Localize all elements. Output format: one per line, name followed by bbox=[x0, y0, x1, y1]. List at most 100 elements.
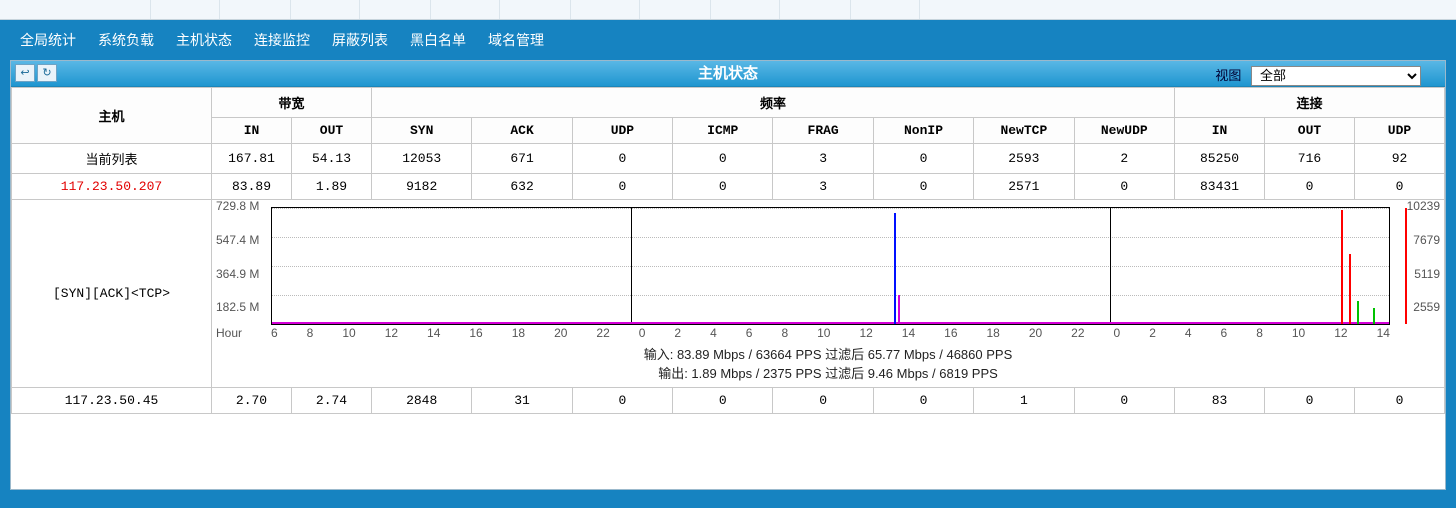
value-cell: 3 bbox=[773, 174, 873, 200]
th-cin: IN bbox=[1175, 118, 1265, 144]
x-tick: 14 bbox=[1377, 326, 1390, 340]
value-cell: 12053 bbox=[372, 144, 472, 174]
value-cell: 31 bbox=[472, 388, 572, 414]
io-in: 输入: 83.89 Mbps / 63664 PPS 过滤后 65.77 Mbp… bbox=[216, 344, 1440, 363]
io-summary: 输入: 83.89 Mbps / 63664 PPS 过滤后 65.77 Mbp… bbox=[216, 340, 1440, 382]
value-cell: 83431 bbox=[1175, 174, 1265, 200]
x-tick: 20 bbox=[554, 326, 567, 340]
chart-cell: 182.5 M2559364.9 M5119547.4 M7679729.8 M… bbox=[212, 200, 1445, 388]
x-tick: 2 bbox=[674, 326, 681, 340]
value-cell: 0 bbox=[773, 388, 873, 414]
th-cout: OUT bbox=[1265, 118, 1355, 144]
value-cell: 0 bbox=[572, 388, 672, 414]
y-right-tick: 10239 bbox=[1407, 199, 1440, 213]
y-right-tick: 2559 bbox=[1413, 300, 1440, 314]
th-icmp: ICMP bbox=[673, 118, 773, 144]
x-tick: 6 bbox=[271, 326, 278, 340]
value-cell: 0 bbox=[873, 388, 973, 414]
x-tick: 14 bbox=[427, 326, 440, 340]
x-tick: 4 bbox=[1185, 326, 1192, 340]
x-tick: 14 bbox=[902, 326, 915, 340]
value-cell: 0 bbox=[1355, 174, 1445, 200]
table-row[interactable]: 当前列表167.8154.131205367100302593285250716… bbox=[12, 144, 1445, 174]
view-select[interactable]: 全部 bbox=[1251, 66, 1421, 86]
value-cell: 83 bbox=[1175, 388, 1265, 414]
back-icon[interactable]: ↩ bbox=[15, 64, 35, 82]
th-conn: 连接 bbox=[1175, 88, 1445, 118]
value-cell: 2571 bbox=[974, 174, 1074, 200]
x-tick: 8 bbox=[307, 326, 314, 340]
host-cell: 117.23.50.207 bbox=[12, 174, 212, 200]
chart-row: [SYN][ACK]<TCP>182.5 M2559364.9 M5119547… bbox=[12, 200, 1445, 388]
value-cell: 0 bbox=[673, 174, 773, 200]
th-out: OUT bbox=[292, 118, 372, 144]
value-cell: 83.89 bbox=[212, 174, 292, 200]
table-row[interactable]: 117.23.50.452.702.742848310000108300 bbox=[12, 388, 1445, 414]
value-cell: 0 bbox=[1265, 174, 1355, 200]
th-bw: 带宽 bbox=[212, 88, 372, 118]
nav-item[interactable]: 屏蔽列表 bbox=[332, 30, 388, 50]
x-axis-label: Hour bbox=[216, 326, 242, 340]
x-tick: 22 bbox=[596, 326, 609, 340]
x-tick: 0 bbox=[639, 326, 646, 340]
x-tick: 16 bbox=[944, 326, 957, 340]
y-right-tick: 5119 bbox=[1414, 267, 1440, 281]
x-tick: 18 bbox=[512, 326, 525, 340]
th-cudp: UDP bbox=[1355, 118, 1445, 144]
value-cell: 3 bbox=[773, 144, 873, 174]
value-cell: 2593 bbox=[974, 144, 1074, 174]
value-cell: 2 bbox=[1074, 144, 1174, 174]
host-cell: 117.23.50.45 bbox=[12, 388, 212, 414]
th-rate: 频率 bbox=[372, 88, 1175, 118]
value-cell: 9182 bbox=[372, 174, 472, 200]
value-cell: 2848 bbox=[372, 388, 472, 414]
x-tick: 18 bbox=[986, 326, 999, 340]
y-left-tick: 547.4 M bbox=[216, 233, 259, 247]
x-tick: 12 bbox=[859, 326, 872, 340]
x-tick: 10 bbox=[342, 326, 355, 340]
y-right-tick: 7679 bbox=[1413, 233, 1440, 247]
nav-item[interactable]: 连接监控 bbox=[254, 30, 310, 50]
nav-item[interactable]: 系统负载 bbox=[98, 30, 154, 50]
th-frag: FRAG bbox=[773, 118, 873, 144]
value-cell: 0 bbox=[572, 174, 672, 200]
value-cell: 0 bbox=[873, 144, 973, 174]
x-tick: 12 bbox=[385, 326, 398, 340]
value-cell: 0 bbox=[673, 388, 773, 414]
table-row[interactable]: 117.23.50.20783.891.89918263200302571083… bbox=[12, 174, 1445, 200]
th-newudp: NewUDP bbox=[1074, 118, 1174, 144]
x-tick: 8 bbox=[781, 326, 788, 340]
io-out: 输出: 1.89 Mbps / 2375 PPS 过滤后 9.46 Mbps /… bbox=[216, 363, 1440, 382]
th-host: 主机 bbox=[12, 88, 212, 144]
value-cell: 2.70 bbox=[212, 388, 292, 414]
x-tick: 6 bbox=[1221, 326, 1228, 340]
chart-host-label: [SYN][ACK]<TCP> bbox=[12, 200, 212, 388]
nav-item[interactable]: 域名管理 bbox=[488, 30, 544, 50]
x-tick: 20 bbox=[1029, 326, 1042, 340]
value-cell: 92 bbox=[1355, 144, 1445, 174]
x-tick: 12 bbox=[1334, 326, 1347, 340]
value-cell: 716 bbox=[1265, 144, 1355, 174]
th-udp: UDP bbox=[572, 118, 672, 144]
value-cell: 0 bbox=[1074, 388, 1174, 414]
value-cell: 0 bbox=[572, 144, 672, 174]
nav-item[interactable]: 主机状态 bbox=[176, 30, 232, 50]
x-tick: 10 bbox=[1292, 326, 1305, 340]
nav-item[interactable]: 黑白名单 bbox=[410, 30, 466, 50]
th-ack: ACK bbox=[472, 118, 572, 144]
value-cell: 671 bbox=[472, 144, 572, 174]
value-cell: 632 bbox=[472, 174, 572, 200]
nav-item[interactable]: 全局统计 bbox=[20, 30, 76, 50]
host-cell: 当前列表 bbox=[12, 144, 212, 174]
x-tick: 16 bbox=[469, 326, 482, 340]
refresh-icon[interactable]: ↻ bbox=[37, 64, 57, 82]
y-left-tick: 182.5 M bbox=[216, 300, 259, 314]
value-cell: 0 bbox=[873, 174, 973, 200]
title-bar: ↩ ↻ 主机状态 视图 全部 bbox=[11, 61, 1445, 87]
th-nonip: NonIP bbox=[873, 118, 973, 144]
y-left-tick: 729.8 M bbox=[216, 199, 259, 213]
value-cell: 54.13 bbox=[292, 144, 372, 174]
x-tick: 0 bbox=[1114, 326, 1121, 340]
x-tick: 22 bbox=[1071, 326, 1084, 340]
x-tick: 8 bbox=[1256, 326, 1263, 340]
